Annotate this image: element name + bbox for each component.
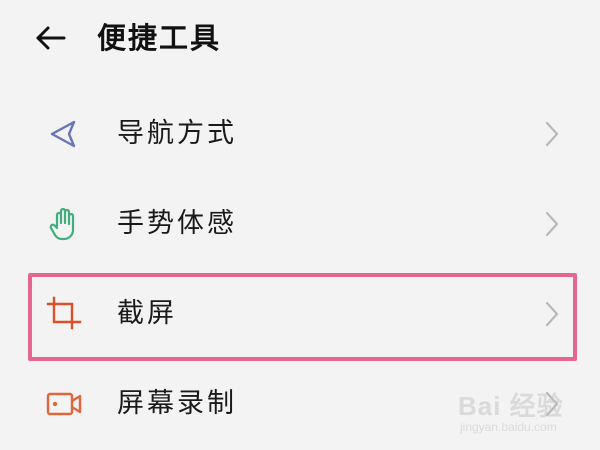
list-item-screenshot[interactable]: 截屏 bbox=[0, 270, 600, 358]
list-item-label: 屏幕录制 bbox=[117, 388, 237, 419]
list-item-label: 截屏 bbox=[117, 298, 177, 329]
chevron-right-icon bbox=[544, 300, 560, 328]
list-item-navigation-mode[interactable]: 导航方式 bbox=[0, 90, 600, 178]
chevron-right-icon bbox=[544, 120, 560, 148]
list-item-gesture-motion[interactable]: 手势体感 bbox=[0, 180, 600, 268]
back-button[interactable] bbox=[32, 20, 72, 56]
hand-gesture-icon bbox=[44, 204, 84, 244]
list-item-label: 手势体感 bbox=[117, 208, 237, 239]
chevron-right-icon bbox=[544, 210, 560, 238]
settings-page: 便捷工具 导航方式 手势体感 截屏 屏幕录制 Bai 经验 jingyan.ba… bbox=[0, 0, 600, 450]
back-arrow-icon bbox=[36, 26, 66, 50]
watermark-url: jingyan.baidu.com bbox=[460, 420, 557, 434]
video-camera-icon bbox=[44, 384, 84, 424]
navigation-arrow-icon bbox=[44, 114, 84, 154]
list-item-label: 导航方式 bbox=[117, 118, 237, 149]
baidu-jingyan-watermark: Bai 经验 jingyan.baidu.com bbox=[440, 382, 590, 442]
watermark-logo: Bai 经验 bbox=[458, 391, 564, 421]
crop-screenshot-icon bbox=[44, 294, 84, 334]
header-bar: 便捷工具 bbox=[0, 0, 600, 80]
page-title: 便捷工具 bbox=[97, 21, 222, 55]
